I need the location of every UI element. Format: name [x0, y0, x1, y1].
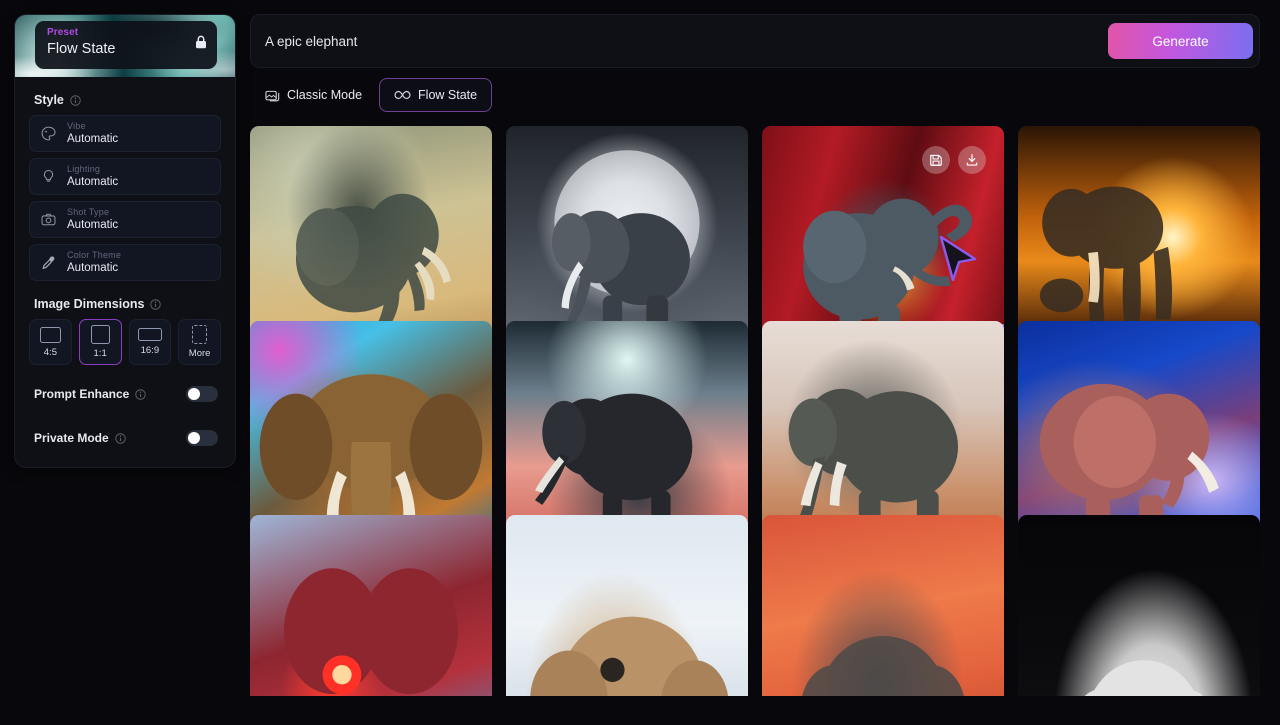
tab-classic-mode[interactable]: Classic Mode	[250, 78, 377, 112]
palette-icon	[41, 126, 56, 141]
info-icon[interactable]	[114, 432, 126, 444]
dimension-caption: 4:5	[43, 346, 57, 358]
image-gallery-grid: Upscale More Like This	[250, 126, 1260, 696]
main-content: Generate Classic Mode Flow State	[250, 0, 1280, 725]
gallery-item[interactable]	[250, 515, 492, 696]
dimension-option-4-5[interactable]: 4:5	[29, 319, 72, 365]
style-option-lighting[interactable]: Lighting Automatic	[29, 158, 221, 195]
dimension-caption: More	[188, 348, 211, 359]
sidebar: Preset Flow State Style Vibe Automatic L…	[0, 0, 250, 725]
dimensions-title: Image Dimensions	[34, 297, 145, 311]
dimension-option-more[interactable]: More	[178, 319, 221, 365]
gallery-item[interactable]	[1018, 515, 1260, 696]
style-option-label: Color Theme	[67, 249, 122, 260]
save-icon	[930, 154, 942, 166]
style-option-label: Vibe	[67, 120, 86, 131]
tab-label: Flow State	[418, 88, 478, 102]
lightbulb-icon	[43, 169, 54, 182]
download-icon	[966, 154, 978, 166]
prompt-input[interactable]	[265, 33, 1108, 49]
style-option-label: Shot Type	[67, 206, 110, 217]
gallery-item[interactable]	[762, 515, 1004, 696]
style-option-value: Automatic	[67, 262, 119, 275]
dimensions-section-header: Image Dimensions	[15, 281, 235, 319]
dimension-option-1-1[interactable]: 1:1	[78, 319, 122, 365]
style-option-value: Automatic	[67, 219, 119, 232]
generated-image	[762, 515, 1004, 696]
app-root: Preset Flow State Style Vibe Automatic L…	[0, 0, 1280, 725]
generated-image	[250, 515, 492, 696]
dimension-caption: 1:1	[93, 348, 107, 359]
image-top-actions	[922, 146, 986, 174]
preset-pill: Preset Flow State	[35, 21, 217, 69]
generate-button[interactable]: Generate	[1108, 23, 1253, 59]
private-mode-toggle[interactable]	[186, 430, 218, 446]
info-icon[interactable]	[135, 388, 147, 400]
tab-label: Classic Mode	[287, 88, 363, 102]
preset-label: Preset	[47, 27, 79, 38]
prompt-enhance-label: Prompt Enhance	[34, 387, 130, 401]
style-option-color-theme[interactable]: Color Theme Automatic	[29, 244, 221, 281]
private-mode-label: Private Mode	[34, 431, 109, 445]
style-options-list: Vibe Automatic Lighting Automatic Shot T…	[15, 115, 235, 281]
prompt-enhance-toggle[interactable]	[186, 386, 218, 402]
dimension-option-16-9[interactable]: 16:9	[128, 319, 172, 365]
eyedropper-icon	[42, 256, 55, 270]
save-button[interactable]	[922, 146, 950, 174]
info-icon[interactable]	[150, 298, 162, 310]
dimension-options: 4:5 1:1 16:9 More	[15, 319, 235, 365]
preset-card[interactable]: Preset Flow State	[15, 15, 235, 77]
dimension-caption: 16:9	[140, 345, 160, 356]
private-mode-row: Private Mode	[15, 423, 235, 453]
style-section-header: Style	[15, 77, 235, 115]
settings-panel: Preset Flow State Style Vibe Automatic L…	[14, 14, 236, 468]
style-option-shot-type[interactable]: Shot Type Automatic	[29, 201, 221, 238]
aspect-preview-icon	[137, 328, 162, 341]
prompt-bar: Generate	[250, 14, 1260, 68]
style-option-vibe[interactable]: Vibe Automatic	[29, 115, 221, 152]
lock-icon[interactable]	[195, 35, 207, 49]
camera-icon	[41, 213, 56, 226]
style-option-value: Automatic	[67, 176, 119, 189]
style-option-value: Automatic	[67, 133, 119, 146]
aspect-preview-icon	[192, 325, 208, 344]
preset-name: Flow State	[47, 41, 116, 57]
infinity-icon	[394, 90, 411, 100]
prompt-enhance-row: Prompt Enhance	[15, 379, 235, 409]
mode-tabs: Classic Mode Flow State	[250, 78, 1260, 112]
image-stack-icon	[265, 90, 280, 101]
style-title: Style	[34, 93, 64, 107]
info-icon[interactable]	[70, 94, 81, 106]
download-button[interactable]	[958, 146, 986, 174]
gallery-item[interactable]	[506, 515, 748, 696]
aspect-preview-icon	[90, 325, 110, 344]
mouse-cursor	[939, 235, 977, 282]
generated-image	[506, 515, 748, 696]
generated-image	[1018, 515, 1260, 696]
tab-flow-state[interactable]: Flow State	[379, 78, 493, 112]
aspect-preview-icon	[39, 326, 61, 343]
style-option-label: Lighting	[67, 163, 101, 174]
